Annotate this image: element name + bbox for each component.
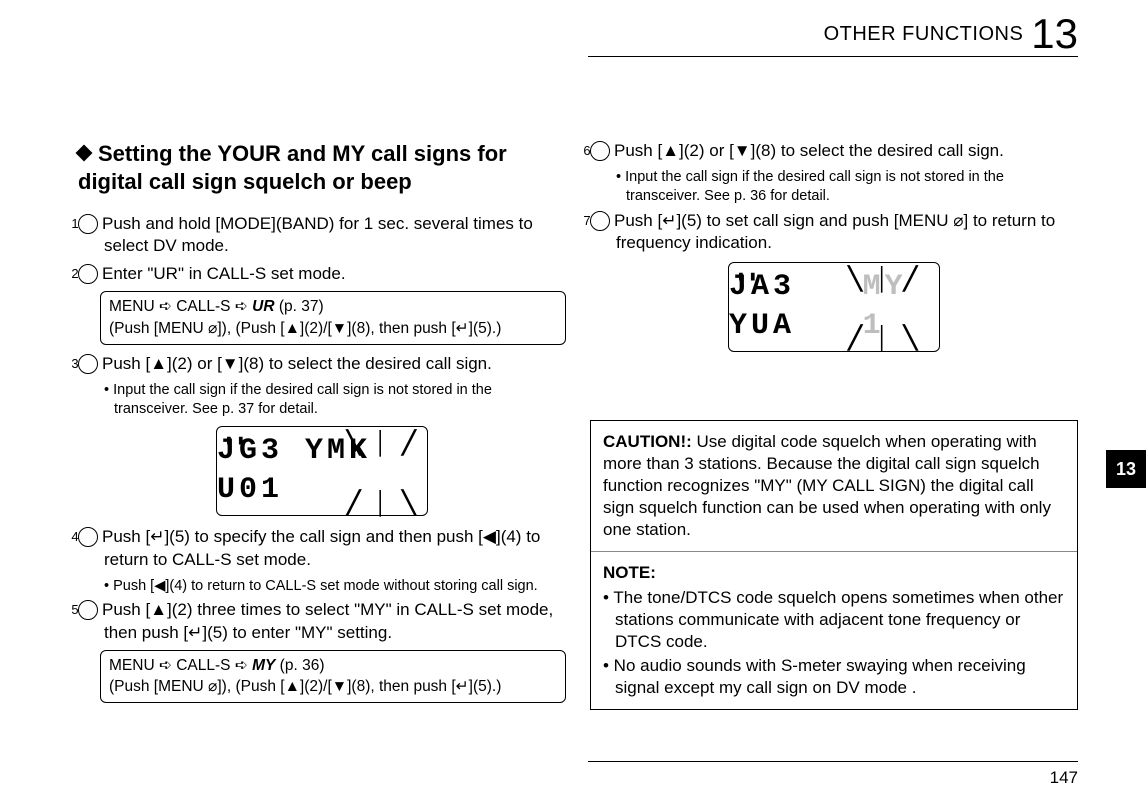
- step-3-text: Push [▲](2) or [▼](8) to select the desi…: [102, 354, 492, 373]
- step-2-text: Enter "UR" in CALL-S set mode.: [102, 264, 346, 283]
- step-5: 5Push [▲](2) three times to select "MY" …: [78, 599, 566, 643]
- circled-number-5: 5: [78, 600, 98, 620]
- menu-path-ur-prefix: MENU ➪ CALL-S ➪: [109, 298, 252, 315]
- circled-number-3: 3: [78, 354, 98, 374]
- step-6-text: Push [▲](2) or [▼](8) to select the desi…: [614, 141, 1004, 160]
- note-title: NOTE:: [603, 562, 1065, 584]
- step-3-sub: • Input the call sign if the desired cal…: [78, 381, 566, 419]
- page-number: 147: [1050, 768, 1078, 788]
- step-6: 6Push [▲](2) or [▼](8) to select the des…: [590, 140, 1078, 162]
- step-7: 7Push [↵](5) to set call sign and push […: [590, 210, 1078, 254]
- menu-path-box-ur: MENU ➪ CALL-S ➪ UR (p. 37) (Push [MENU ⌀…: [100, 291, 566, 344]
- caution-note-box: CAUTION!: Use digital code squelch when …: [590, 420, 1078, 710]
- menu-path-my-keys: (Push [MENU ⌀]), (Push [▲](2)/[▼](8), th…: [109, 678, 501, 695]
- right-column: 6Push [▲](2) or [▼](8) to select the des…: [590, 140, 1078, 711]
- chapter-tab-label: 13: [1116, 459, 1136, 480]
- step-4: 4Push [↵](5) to specify the call sign an…: [78, 526, 566, 570]
- menu-path-ur-target: UR: [252, 298, 274, 315]
- step-1: 1Push and hold [MODE](BAND) for 1 sec. s…: [78, 213, 566, 257]
- header-title: OTHER FUNCTIONS: [824, 23, 1024, 46]
- circled-number-2: 2: [78, 264, 98, 284]
- step-1-text: Push and hold [MODE](BAND) for 1 sec. se…: [102, 214, 533, 255]
- step-7-text: Push [↵](5) to set call sign and push [M…: [614, 211, 1055, 252]
- circled-number-7: 7: [590, 211, 610, 231]
- caution-title: CAUTION!:: [603, 432, 692, 451]
- section-title-line2: digital call sign squelch or beep: [78, 169, 412, 194]
- menu-path-my-page: (p. 36): [275, 657, 324, 674]
- circled-number-6: 6: [590, 141, 610, 161]
- section-title-line1: Setting the YOUR and MY call signs for: [98, 141, 507, 166]
- header-chapter-number: 13: [1031, 10, 1078, 58]
- battery-icon: ▮▮: [225, 433, 249, 450]
- note-item-1: • The tone/DTCS code squelch opens somet…: [603, 587, 1065, 653]
- page-header: OTHER FUNCTIONS 13: [824, 10, 1078, 58]
- caution-paragraph: CAUTION!: Use digital code squelch when …: [603, 431, 1065, 541]
- step-5-text: Push [▲](2) three times to select "MY" i…: [102, 600, 553, 641]
- section-title: Setting the YOUR and MY call signs for d…: [78, 140, 566, 195]
- circled-number-4: 4: [78, 527, 98, 547]
- header-rule: [588, 56, 1078, 57]
- spark-icon: ╲ │ ╱: [347, 429, 419, 458]
- diamond-bullet-icon: [76, 145, 93, 162]
- battery-icon: ▮▮: [737, 269, 761, 286]
- menu-path-ur-keys: (Push [MENU ⌀]), (Push [▲](2)/[▼](8), th…: [109, 320, 501, 337]
- menu-path-box-my: MENU ➪ CALL-S ➪ MY (p. 36) (Push [MENU ⌀…: [100, 650, 566, 703]
- spark-icon: ╱ │ ╲: [849, 324, 921, 353]
- menu-path-ur-page: (p. 37): [275, 298, 324, 315]
- step-3: 3Push [▲](2) or [▼](8) to select the des…: [78, 353, 566, 375]
- step-4-text: Push [↵](5) to specify the call sign and…: [102, 527, 540, 568]
- content-area: Setting the YOUR and MY call signs for d…: [78, 140, 1078, 711]
- step-4-sub: • Push [◀](4) to return to CALL-S set mo…: [78, 577, 566, 596]
- left-column: Setting the YOUR and MY call signs for d…: [78, 140, 566, 711]
- spark-icon: ╱ │ ╲: [347, 489, 419, 518]
- chapter-tab: 13: [1106, 450, 1146, 488]
- caution-divider: [591, 551, 1077, 552]
- menu-path-my-prefix: MENU ➪ CALL-S ➪: [109, 657, 252, 674]
- lcd-display-my: ▮▮ ╲ │ ╱ JA3 YUA MY 1 ╱ │ ╲: [728, 262, 940, 352]
- note-item-2: • No audio sounds with S-meter swaying w…: [603, 655, 1065, 699]
- lcd-display-ur: ▮▮ ╲ │ ╱ JG3 YMK U01 ╱ │ ╲: [216, 426, 428, 516]
- step-6-sub: • Input the call sign if the desired cal…: [590, 168, 1078, 206]
- menu-path-my-target: MY: [252, 657, 275, 674]
- step-2: 2Enter "UR" in CALL-S set mode.: [78, 263, 566, 285]
- footer-rule: [588, 761, 1078, 762]
- circled-number-1: 1: [78, 214, 98, 234]
